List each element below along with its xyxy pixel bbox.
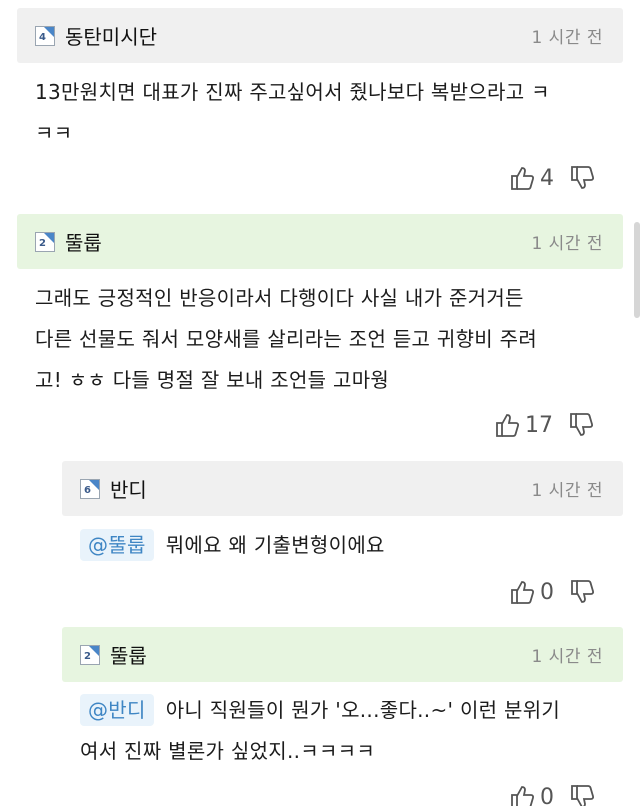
thumbs-up-icon[interactable] bbox=[495, 412, 521, 438]
mention-tag[interactable]: @뚤룹 bbox=[80, 529, 154, 561]
level-badge-icon: 4 bbox=[35, 25, 55, 46]
comment-header: 4 동탄미시단 1 시간 전 bbox=[17, 8, 623, 63]
like-count: 0 bbox=[540, 784, 554, 806]
comment-line: ㅋㅋ bbox=[35, 121, 73, 145]
level-badge-icon: 2 bbox=[35, 231, 55, 252]
vote-bar: 4 bbox=[510, 165, 596, 191]
comment-body: 그래도 긍정적인 반응이라서 다행이다 사실 내가 준거거든 다른 선물도 줘서… bbox=[35, 278, 537, 401]
thumbs-up-icon[interactable] bbox=[510, 784, 536, 806]
vote-bar: 0 bbox=[510, 579, 596, 605]
scrollbar[interactable] bbox=[634, 222, 640, 318]
thumbs-up-icon[interactable] bbox=[510, 579, 536, 605]
comment-line: 여서 진짜 별론가 싶었지..ㅋㅋㅋㅋ bbox=[80, 739, 376, 763]
comment-line: 아니 직원들이 뭔가 '오...좋다..~' 이런 분위기 bbox=[165, 698, 561, 722]
comment-line: 다른 선물도 줘서 모양새를 살리라는 조언 듣고 귀향비 주려 bbox=[35, 327, 538, 351]
comment-time: 1 시간 전 bbox=[531, 234, 603, 254]
comment-author[interactable]: 뚤룹 bbox=[65, 227, 102, 256]
level-badge-icon: 6 bbox=[80, 478, 100, 499]
comment-line-row: @반디 아니 직원들이 뭔가 '오...좋다..~' 이런 분위기 bbox=[80, 690, 560, 731]
reply-header: 6 반디 1 시간 전 bbox=[62, 461, 623, 516]
comment-author[interactable]: 뚤룹 bbox=[110, 640, 147, 669]
thumbs-up-icon[interactable] bbox=[510, 165, 536, 191]
mention-tag[interactable]: @반디 bbox=[80, 694, 154, 726]
comment-author[interactable]: 반디 bbox=[110, 474, 147, 503]
vote-bar: 0 bbox=[510, 784, 596, 806]
comment-time: 1 시간 전 bbox=[531, 28, 603, 48]
comment-time: 1 시간 전 bbox=[531, 647, 603, 667]
comment-body: 13만원치면 대표가 진짜 주고싶어서 줬나보다 복받으라고 ㅋ ㅋㅋ bbox=[35, 72, 550, 154]
reply-body: @뚤룹 뭐에요 왜 기출변형이에요 bbox=[80, 525, 385, 566]
thumbs-down-icon[interactable] bbox=[570, 165, 596, 191]
level-badge-icon: 2 bbox=[80, 644, 100, 665]
like-count: 0 bbox=[540, 579, 554, 605]
comment-header: 2 뚤룹 1 시간 전 bbox=[17, 214, 623, 269]
comment-line: 뭐에요 왜 기출변형이에요 bbox=[165, 533, 385, 557]
thumbs-down-icon[interactable] bbox=[570, 579, 596, 605]
comment-line: 고! ㅎㅎ 다들 명절 잘 보내 조언들 고마웡 bbox=[35, 368, 390, 392]
like-count: 4 bbox=[540, 165, 554, 191]
comment-time: 1 시간 전 bbox=[531, 481, 603, 501]
like-count: 17 bbox=[525, 412, 553, 438]
thumbs-down-icon[interactable] bbox=[570, 784, 596, 806]
comment-line: 그래도 긍정적인 반응이라서 다행이다 사실 내가 준거거든 bbox=[35, 286, 524, 310]
thumbs-down-icon[interactable] bbox=[569, 412, 595, 438]
comment-author[interactable]: 동탄미시단 bbox=[65, 21, 157, 50]
reply-body: @반디 아니 직원들이 뭔가 '오...좋다..~' 이런 분위기 여서 진짜 별… bbox=[80, 690, 560, 772]
comment-line: 13만원치면 대표가 진짜 주고싶어서 줬나보다 복받으라고 ㅋ bbox=[35, 80, 550, 104]
vote-bar: 17 bbox=[495, 412, 595, 438]
reply-header: 2 뚤룹 1 시간 전 bbox=[62, 627, 623, 682]
